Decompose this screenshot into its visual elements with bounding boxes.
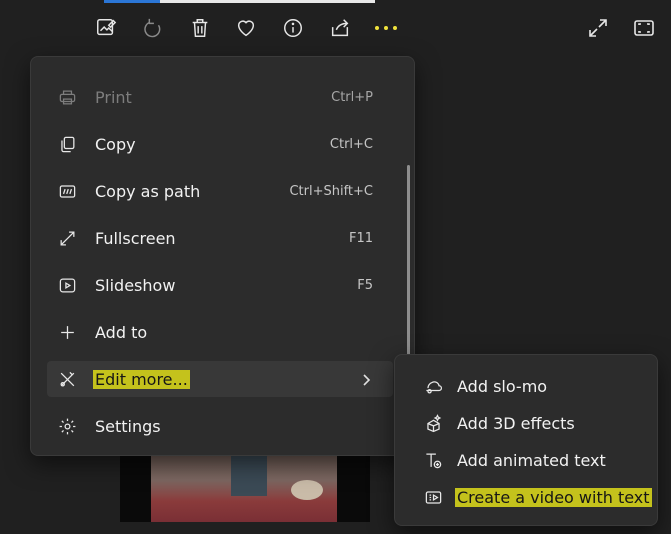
menu-item-label: Add to [95,322,148,342]
photo-figure [231,452,267,496]
menu-item-label: Settings [95,416,161,436]
submenu-item-add-slo-mo[interactable]: Add slo-mo [409,369,647,403]
menu-item-settings[interactable]: Settings [47,408,393,444]
edit-more-submenu: Add slo-mo Add 3D effects Add animated t… [394,354,658,526]
chevron-right-icon [359,372,373,386]
menu-item-shortcut: Ctrl+P [331,89,373,105]
submenu-item-create-video-with-text[interactable]: Create a video with text [409,480,652,514]
menu-item-label: Edit more... [93,369,190,389]
menu-item-label: Print [95,87,132,107]
submenu-item-label: Add animated text [457,450,606,470]
submenu-item-label: Add slo-mo [457,376,548,396]
submenu-item-label: Create a video with text [455,487,652,507]
3d-effects-icon [423,413,443,433]
settings-icon [57,416,77,436]
menu-item-print[interactable]: Print Ctrl+P [47,79,393,115]
menu-item-shortcut: Ctrl+C [329,136,373,152]
video-text-icon [423,487,443,507]
more-options-menu: Print Ctrl+P Copy Ctrl+C Copy as path Ct… [30,56,415,456]
plus-icon [57,322,77,342]
edit-more-icon [57,369,77,389]
submenu-item-add-3d-effects[interactable]: Add 3D effects [409,406,647,440]
fullscreen-icon [57,228,77,248]
slo-mo-icon [423,376,443,396]
submenu-item-add-animated-text[interactable]: Add animated text [409,443,647,477]
menu-cut-off-item [56,51,156,59]
menu-item-shortcut: F5 [357,277,373,293]
menu-item-fullscreen[interactable]: Fullscreen F11 [47,220,393,256]
photo-object [291,480,323,500]
favorite-icon[interactable] [232,14,260,42]
share-icon[interactable] [326,14,354,42]
delete-icon[interactable] [186,14,214,42]
rotate-icon[interactable] [139,14,167,42]
print-icon [57,87,77,107]
copy-icon [57,134,77,154]
slideshow-icon [57,275,77,295]
edit-image-icon[interactable] [92,14,120,42]
more-icon[interactable] [372,14,400,42]
menu-item-copy[interactable]: Copy Ctrl+C [47,126,393,162]
fullscreen-icon[interactable] [586,16,610,40]
menu-item-copy-as-path[interactable]: Copy as path Ctrl+Shift+C [47,173,393,209]
photo-preview [120,452,370,522]
progress-bar-track [160,0,375,3]
photos-app-window: Print Ctrl+P Copy Ctrl+C Copy as path Ct… [0,0,671,534]
menu-item-slideshow[interactable]: Slideshow F5 [47,267,393,303]
menu-item-label: Fullscreen [95,228,176,248]
fit-icon[interactable] [632,16,656,40]
menu-item-label: Copy [95,134,136,154]
menu-item-label: Slideshow [95,275,176,295]
menu-item-label: Copy as path [95,181,201,201]
copy-path-icon [57,181,77,201]
menu-item-shortcut: F11 [348,230,373,246]
progress-bar-blue [104,0,160,3]
photo-image [151,452,337,522]
submenu-item-label: Add 3D effects [457,413,575,433]
menu-item-edit-more[interactable]: Edit more... [47,361,393,397]
info-icon[interactable] [279,14,307,42]
menu-item-shortcut: Ctrl+Shift+C [289,183,373,199]
animated-text-icon [423,450,443,470]
menu-item-add-to[interactable]: Add to [47,314,393,350]
